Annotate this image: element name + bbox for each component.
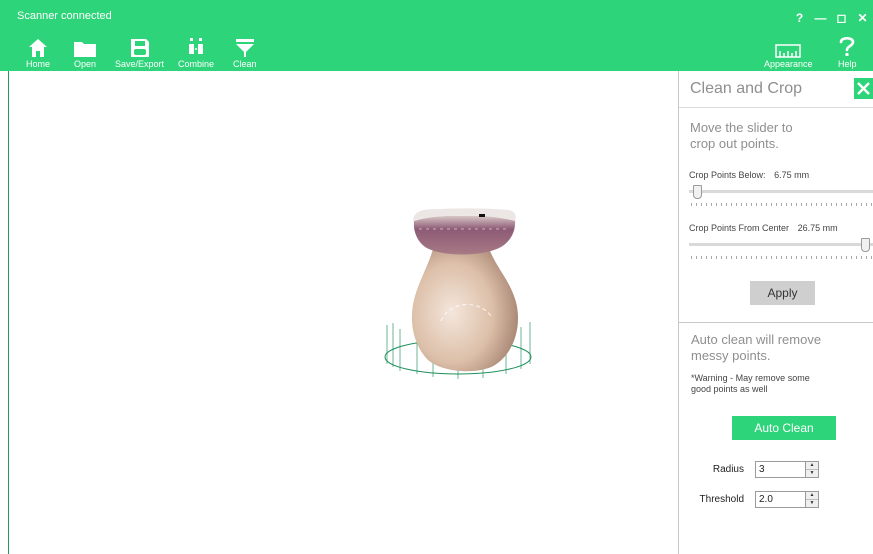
decrement-icon[interactable]: ▼: [806, 469, 818, 477]
slider-ticks: [691, 203, 873, 206]
apply-button[interactable]: Apply: [750, 281, 815, 305]
close-panel-button[interactable]: [854, 78, 873, 99]
crop-below-slider[interactable]: [689, 185, 873, 209]
radius-label: Radius: [712, 464, 744, 475]
auto-clean-button[interactable]: Auto Clean: [732, 416, 836, 440]
auto-clean-warning: *Warning - May remove some good points a…: [691, 373, 810, 394]
increment-icon[interactable]: ▲: [806, 492, 818, 499]
open-label: Open: [73, 59, 97, 69]
help-button[interactable]: Help: [838, 36, 857, 69]
threshold-stepper[interactable]: ▲ ▼: [755, 491, 819, 508]
crop-center-slider[interactable]: [689, 238, 873, 262]
close-icon: [857, 82, 870, 95]
increment-icon[interactable]: ▲: [806, 462, 818, 469]
combine-button[interactable]: Combine: [178, 36, 214, 69]
appearance-label: Appearance: [764, 59, 813, 69]
panel-header: Clean and Crop: [679, 71, 873, 108]
crop-hint-text: Move the slider to crop out points.: [690, 120, 793, 151]
threshold-stepper-arrows[interactable]: ▲ ▼: [805, 492, 818, 507]
3d-viewport[interactable]: [8, 71, 678, 554]
title-bar: Scanner connected ? — ◻ ✕ Home Open Save…: [0, 0, 873, 71]
vase-body: [411, 241, 519, 372]
auto-clean-hint: Auto clean will remove messy points.: [691, 332, 822, 363]
home-button[interactable]: Home: [26, 36, 50, 69]
appearance-button[interactable]: Appearance: [764, 36, 813, 69]
threshold-label: Threshold: [699, 494, 744, 505]
crop-center-label: Crop Points From Center: [689, 223, 790, 233]
slider-track: [689, 243, 873, 246]
section-divider: [679, 322, 873, 323]
save-icon: [130, 36, 150, 58]
crop-center-value: 26.75 mm: [797, 223, 838, 233]
maximize-button[interactable]: ◻: [831, 11, 852, 25]
crop-below-row: Crop Points Below: 6.75 mm: [689, 170, 809, 180]
home-label: Home: [26, 59, 51, 69]
threshold-input[interactable]: [756, 492, 804, 507]
help-label: Help: [838, 59, 857, 69]
save-export-button[interactable]: Save/Export: [115, 36, 164, 69]
slider-track: [689, 190, 873, 193]
home-icon: [28, 36, 48, 58]
close-window-button[interactable]: ✕: [852, 11, 873, 25]
crop-below-value: 6.75 mm: [774, 170, 810, 180]
minimize-button[interactable]: —: [810, 11, 831, 25]
status-text: Scanner connected: [17, 10, 112, 22]
slider-thumb[interactable]: [861, 238, 870, 252]
help-icon: [839, 36, 855, 58]
combine-icon: [187, 36, 205, 58]
ruler-icon: [775, 36, 802, 58]
combine-label: Combine: [178, 59, 215, 69]
crop-center-row: Crop Points From Center 26.75 mm: [689, 223, 838, 233]
radius-input[interactable]: [756, 462, 804, 477]
window-controls: ? — ◻ ✕: [789, 8, 873, 28]
clean-crop-panel: Clean and Crop Move the slider to crop o…: [678, 71, 873, 554]
clean-funnel-icon: [235, 36, 255, 58]
vase-rim: [413, 215, 516, 255]
radius-stepper-arrows[interactable]: ▲ ▼: [805, 462, 818, 477]
decrement-icon[interactable]: ▼: [806, 499, 818, 507]
save-export-label: Save/Export: [115, 59, 165, 69]
clean-button[interactable]: Clean: [233, 36, 257, 69]
folder-icon: [73, 36, 97, 58]
crop-below-label: Crop Points Below:: [689, 170, 766, 180]
help-window-button[interactable]: ?: [789, 11, 810, 25]
slider-thumb[interactable]: [693, 185, 702, 199]
scanned-model: [384, 208, 532, 379]
slider-ticks: [691, 256, 873, 259]
clean-label: Clean: [233, 59, 257, 69]
radius-stepper[interactable]: ▲ ▼: [755, 461, 819, 478]
open-button[interactable]: Open: [73, 36, 97, 69]
panel-title: Clean and Crop: [690, 80, 803, 97]
